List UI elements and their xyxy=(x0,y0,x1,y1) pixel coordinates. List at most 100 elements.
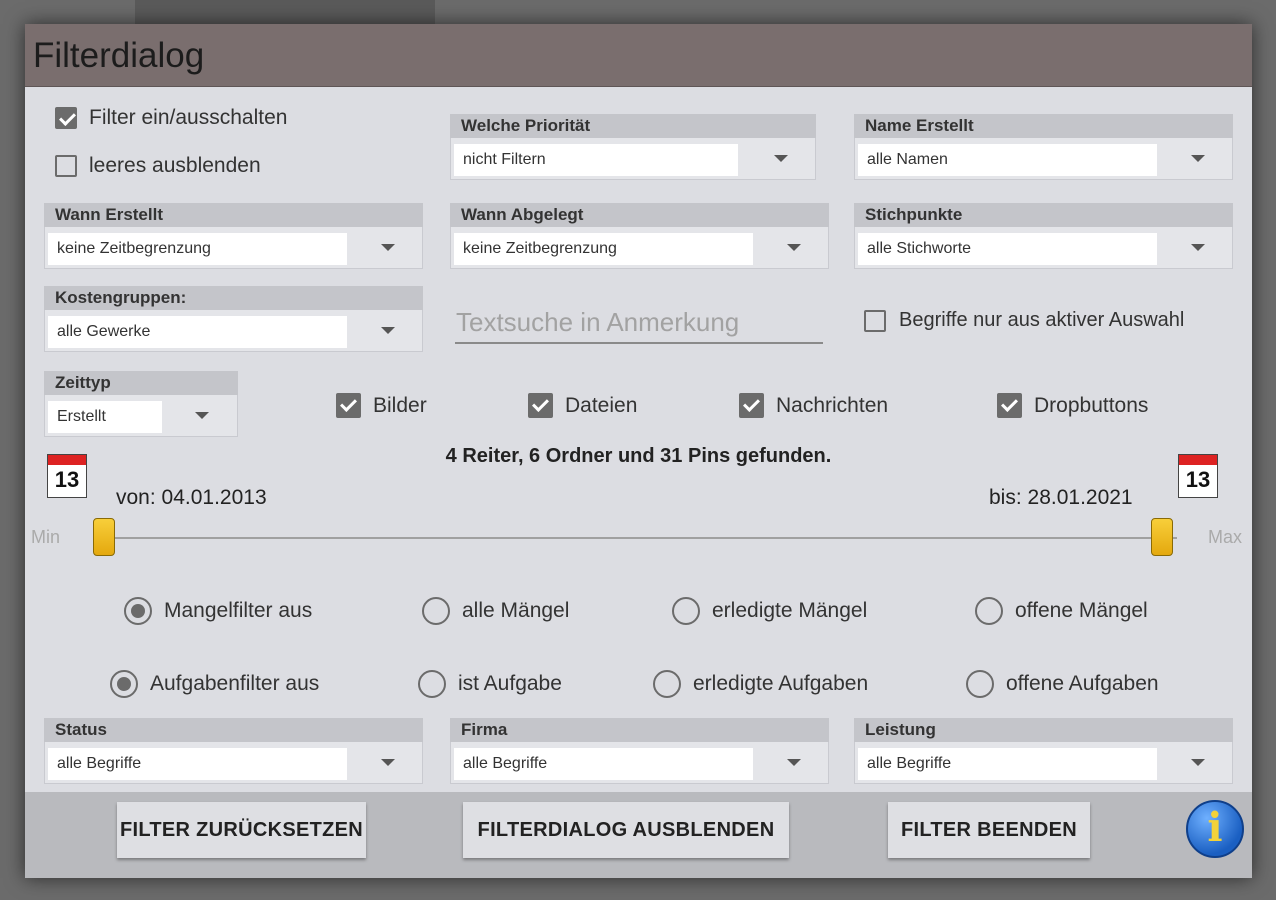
name-created-group: Name Erstellt alle Namen xyxy=(854,114,1233,180)
time-type-group: Zeittyp Erstellt xyxy=(44,371,238,437)
radio-icon[interactable] xyxy=(975,597,1003,625)
priority-title: Welche Priorität xyxy=(450,114,816,138)
when-created-select[interactable]: keine Zeitbegrenzung xyxy=(48,233,347,265)
chevron-down-icon[interactable] xyxy=(1191,155,1205,162)
when-filed-select[interactable]: keine Zeitbegrenzung xyxy=(454,233,753,265)
checkbox-icon[interactable] xyxy=(55,155,77,177)
task-radio-is-task[interactable]: ist Aufgabe xyxy=(418,670,562,698)
company-group: Firma alle Begriffe xyxy=(450,718,829,784)
company-title: Firma xyxy=(450,718,829,742)
type-checkbox-bilder[interactable]: Bilder xyxy=(336,393,427,418)
reset-filter-button[interactable]: FILTER ZURÜCKSETZEN xyxy=(117,802,366,858)
type-label: Bilder xyxy=(373,393,427,417)
type-label: Dateien xyxy=(565,393,638,417)
radio-icon[interactable] xyxy=(653,670,681,698)
hide-empty-label: leeres ausblenden xyxy=(89,154,261,177)
slider-from-thumb[interactable] xyxy=(93,518,115,556)
calendar-day: 13 xyxy=(54,467,80,492)
task-radio-open[interactable]: offene Aufgaben xyxy=(966,670,1159,698)
checkbox-icon[interactable] xyxy=(739,393,764,418)
radio-icon[interactable] xyxy=(422,597,450,625)
filter-dialog: Filterdialog Filter ein/ausschalten leer… xyxy=(25,24,1252,878)
name-created-title: Name Erstellt xyxy=(854,114,1233,138)
chevron-down-icon[interactable] xyxy=(787,759,801,766)
chevron-down-icon[interactable] xyxy=(195,412,209,419)
hide-empty-checkbox[interactable]: leeres ausblenden xyxy=(55,154,261,178)
dialog-titlebar: Filterdialog xyxy=(25,24,1252,87)
service-select[interactable]: alle Begriffe xyxy=(858,748,1157,780)
chevron-down-icon[interactable] xyxy=(381,327,395,334)
when-created-group: Wann Erstellt keine Zeitbegrenzung xyxy=(44,203,423,269)
annotation-search-input[interactable]: Textsuche in Anmerkung xyxy=(455,300,823,344)
when-created-title: Wann Erstellt xyxy=(44,203,423,227)
radio-icon[interactable] xyxy=(418,670,446,698)
calendar-to-icon[interactable]: 13 xyxy=(1178,454,1218,498)
hide-dialog-button[interactable]: FILTERDIALOG AUSBLENDEN xyxy=(463,802,789,858)
chevron-down-icon[interactable] xyxy=(381,244,395,251)
date-to-text: bis: 28.01.2021 xyxy=(989,486,1133,509)
filter-onoff-label: Filter ein/ausschalten xyxy=(89,106,288,129)
radio-icon[interactable] xyxy=(124,597,152,625)
when-filed-title: Wann Abgelegt xyxy=(450,203,829,227)
name-created-select[interactable]: alle Namen xyxy=(858,144,1157,176)
status-select[interactable]: alle Begriffe xyxy=(48,748,347,780)
type-label: Nachrichten xyxy=(776,393,889,417)
type-checkbox-dropbuttons[interactable]: Dropbuttons xyxy=(997,393,1148,418)
background-app-strip xyxy=(135,0,435,24)
keywords-title: Stichpunkte xyxy=(854,203,1233,227)
defect-radio-done[interactable]: erledigte Mängel xyxy=(672,597,867,625)
chevron-down-icon[interactable] xyxy=(381,759,395,766)
result-count-text: 4 Reiter, 6 Ordner und 31 Pins gefunden. xyxy=(445,445,832,467)
checkbox-icon[interactable] xyxy=(528,393,553,418)
radio-label: Aufgabenfilter aus xyxy=(150,672,320,695)
slider-max-label: Max xyxy=(1208,527,1243,547)
calendar-from-icon[interactable]: 13 xyxy=(47,454,87,498)
slider-min-label: Min xyxy=(31,527,61,547)
active-only-label: Begriffe nur aus aktiver Auswahl xyxy=(899,309,1185,331)
chevron-down-icon[interactable] xyxy=(787,244,801,251)
time-type-title: Zeittyp xyxy=(44,371,238,395)
chevron-down-icon[interactable] xyxy=(1191,244,1205,251)
slider-to-thumb[interactable] xyxy=(1151,518,1173,556)
radio-icon[interactable] xyxy=(110,670,138,698)
priority-group: Welche Priorität nicht Filtern xyxy=(450,114,816,180)
chevron-down-icon[interactable] xyxy=(1191,759,1205,766)
cost-groups-select[interactable]: alle Gewerke xyxy=(48,316,347,348)
radio-label: erledigte Mängel xyxy=(712,599,868,622)
end-filter-button[interactable]: FILTER BEENDEN xyxy=(888,802,1090,858)
radio-label: offene Aufgaben xyxy=(1006,672,1159,695)
info-icon[interactable]: i xyxy=(1186,800,1244,858)
radio-icon[interactable] xyxy=(672,597,700,625)
defect-radio-all[interactable]: alle Mängel xyxy=(422,597,569,625)
time-type-select[interactable]: Erstellt xyxy=(48,401,162,433)
company-select[interactable]: alle Begriffe xyxy=(454,748,753,780)
defect-radio-open[interactable]: offene Mängel xyxy=(975,597,1148,625)
type-checkbox-nachrichten[interactable]: Nachrichten xyxy=(739,393,888,418)
radio-label: Mangelfilter aus xyxy=(164,599,313,622)
checkbox-icon[interactable] xyxy=(336,393,361,418)
checkbox-icon[interactable] xyxy=(997,393,1022,418)
keywords-group: Stichpunkte alle Stichworte xyxy=(854,203,1233,269)
radio-label: erledigte Aufgaben xyxy=(693,672,869,695)
date-range-slider[interactable] xyxy=(115,537,1177,539)
type-checkbox-dateien[interactable]: Dateien xyxy=(528,393,637,418)
defect-radio-off[interactable]: Mangelfilter aus xyxy=(124,597,312,625)
checkbox-icon[interactable] xyxy=(864,309,886,332)
keywords-select[interactable]: alle Stichworte xyxy=(858,233,1157,265)
checkbox-icon[interactable] xyxy=(55,107,77,129)
radio-label: ist Aufgabe xyxy=(458,672,562,695)
priority-select[interactable]: nicht Filtern xyxy=(454,144,738,176)
service-title: Leistung xyxy=(854,718,1233,742)
type-label: Dropbuttons xyxy=(1034,393,1149,417)
active-only-checkbox[interactable]: Begriffe nur aus aktiver Auswahl xyxy=(864,309,1184,332)
when-filed-group: Wann Abgelegt keine Zeitbegrenzung xyxy=(450,203,829,269)
radio-icon[interactable] xyxy=(966,670,994,698)
task-radio-off[interactable]: Aufgabenfilter aus xyxy=(110,670,319,698)
service-group: Leistung alle Begriffe xyxy=(854,718,1233,784)
date-from-text: von: 04.01.2013 xyxy=(116,486,267,509)
dialog-footer: FILTER ZURÜCKSETZEN FILTERDIALOG AUSBLEN… xyxy=(25,792,1252,878)
chevron-down-icon[interactable] xyxy=(774,155,788,162)
task-radio-done[interactable]: erledigte Aufgaben xyxy=(653,670,868,698)
filter-onoff-checkbox[interactable]: Filter ein/ausschalten xyxy=(55,106,287,130)
calendar-day: 13 xyxy=(1185,467,1211,492)
